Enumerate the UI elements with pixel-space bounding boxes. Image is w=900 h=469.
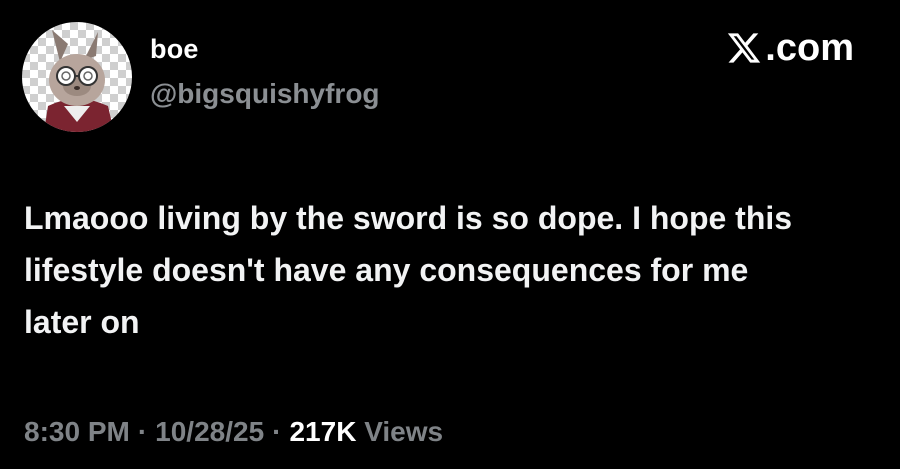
brand-domain-label: .com [765, 27, 854, 69]
views-label: Views [364, 416, 444, 447]
separator-dot: · [137, 416, 148, 447]
tweet-metadata: 8:30 PM · 10/28/25 · 217K Views [24, 416, 443, 448]
avatar[interactable] [22, 22, 132, 132]
author-display-name[interactable]: boe [150, 34, 199, 65]
avatar-image [22, 22, 132, 132]
separator-dot: · [272, 416, 282, 447]
tweet-time[interactable]: 8:30 PM [24, 416, 130, 447]
tweet-card: boe @bigsquishyfrog .com Lmaooo living b… [0, 0, 900, 469]
tweet-date[interactable]: 10/28/25 [155, 416, 264, 447]
author-handle[interactable]: @bigsquishyfrog [150, 78, 380, 110]
x-logo-icon [726, 30, 762, 66]
views-count[interactable]: 217K [289, 416, 356, 447]
x-brand-link[interactable]: .com [726, 28, 854, 68]
tweet-text: Lmaooo living by the sword is so dope. I… [24, 200, 793, 340]
